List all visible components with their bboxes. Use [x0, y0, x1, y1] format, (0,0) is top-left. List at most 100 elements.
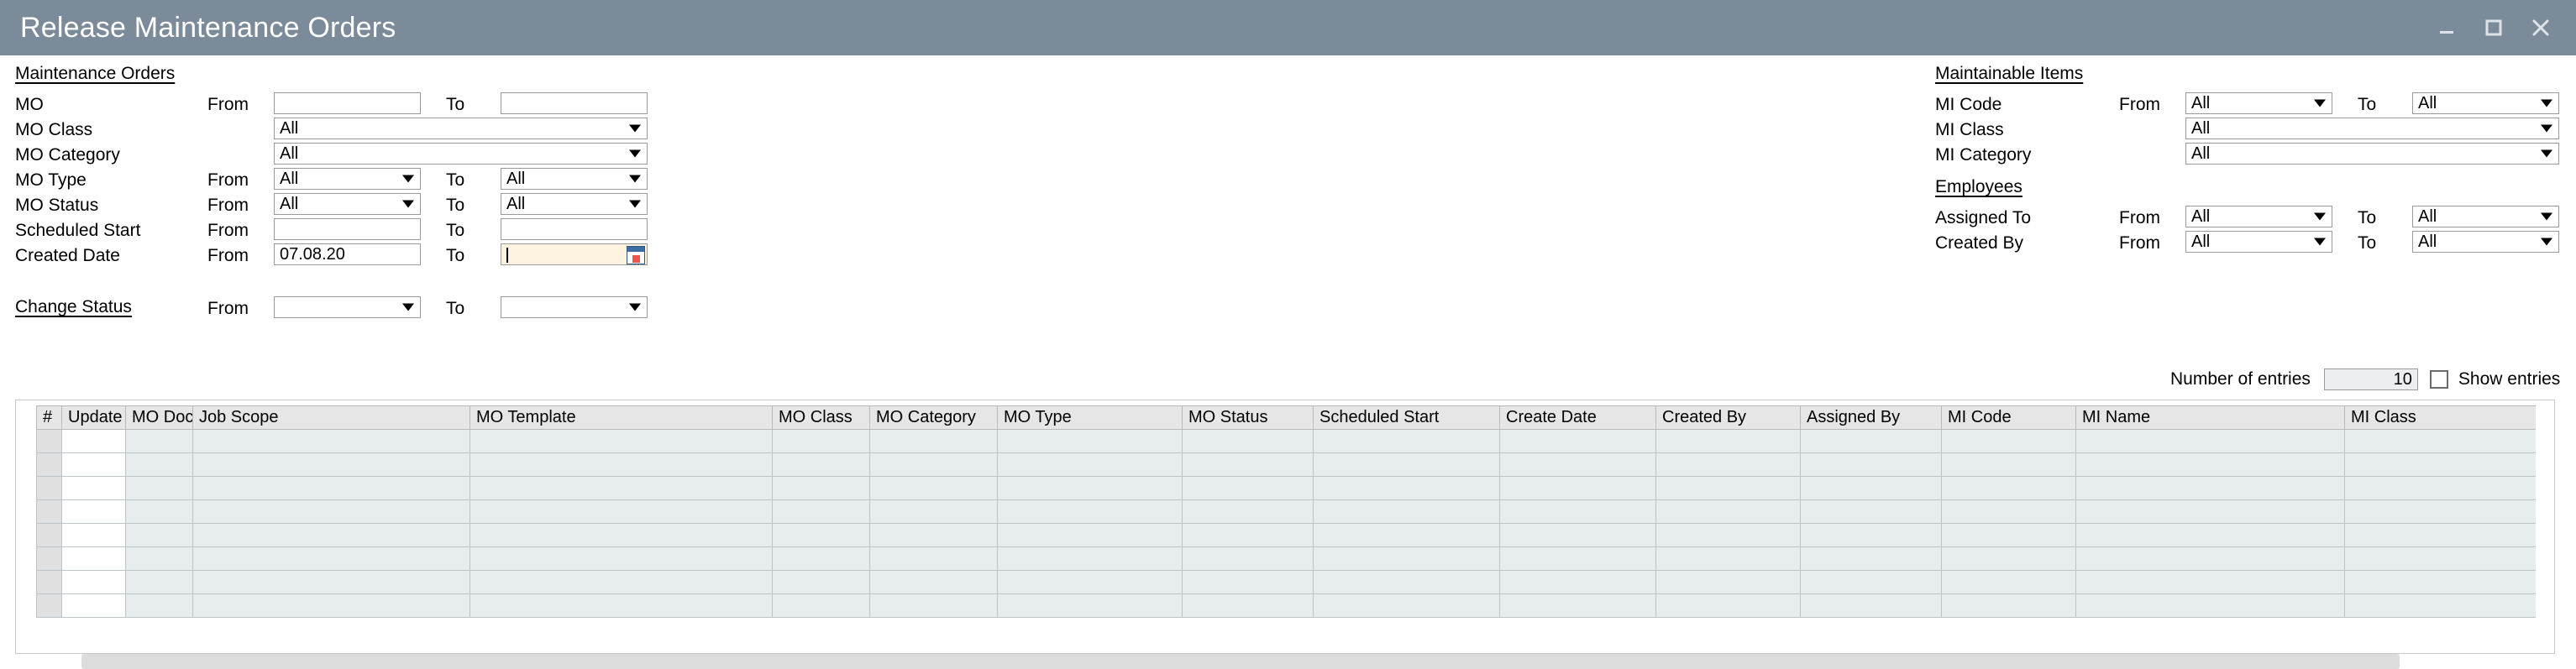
table-cell [870, 453, 998, 477]
created-by-to-dropdown[interactable]: All [2412, 231, 2559, 253]
assigned-to-from-dropdown[interactable]: All [2185, 206, 2332, 227]
show-entries-label: Show entries [2458, 369, 2560, 389]
table-row[interactable] [37, 477, 2537, 500]
table-cell[interactable] [62, 594, 126, 618]
mo-from-input[interactable] [274, 92, 421, 114]
created-by-from-dropdown[interactable]: All [2185, 231, 2332, 253]
scheduled-start-to-input[interactable] [501, 218, 648, 240]
horizontal-scrollbar[interactable] [81, 654, 2492, 669]
table-cell [470, 547, 773, 571]
calendar-picker-icon[interactable] [627, 246, 645, 264]
column-header-[interactable]: # [37, 406, 62, 430]
assigned-to-to-value: All [2418, 208, 2437, 225]
table-cell [1656, 500, 1801, 524]
table-cell [1801, 453, 1942, 477]
column-header-mo-type[interactable]: MO Type [998, 406, 1183, 430]
table-cell [193, 500, 470, 524]
column-header-create-date[interactable]: Create Date [1500, 406, 1656, 430]
to-label-mi-code: To [2358, 95, 2376, 115]
column-header-job-scope[interactable]: Job Scope [193, 406, 470, 430]
mo-type-from-dropdown[interactable]: All [274, 168, 421, 190]
content-area: Maintenance Orders MO From To MO Class A… [0, 55, 2576, 666]
chevron-down-icon [2541, 125, 2552, 133]
column-header-created-by[interactable]: Created By [1656, 406, 1801, 430]
mi-class-dropdown[interactable]: All [2185, 118, 2559, 139]
table-cell [2076, 477, 2345, 500]
table-row[interactable] [37, 500, 2537, 524]
table-cell [1656, 453, 1801, 477]
table-cell[interactable] [62, 500, 126, 524]
table-cell [773, 594, 870, 618]
mi-class-value: All [2191, 120, 2210, 137]
maximize-button[interactable] [2470, 0, 2517, 55]
table-row[interactable] [37, 547, 2537, 571]
mi-category-value: All [2191, 145, 2210, 162]
mo-status-from-dropdown[interactable]: All [274, 193, 421, 215]
table-cell [1942, 453, 2076, 477]
table-cell [2345, 500, 2537, 524]
mi-code-from-dropdown[interactable]: All [2185, 92, 2332, 114]
minimize-button[interactable] [2423, 0, 2470, 55]
column-header-mo-class[interactable]: MO Class [773, 406, 870, 430]
table-row[interactable] [37, 524, 2537, 547]
chevron-down-icon [629, 201, 641, 208]
from-label-scheduled-start: From [207, 221, 249, 241]
table-row[interactable] [37, 571, 2537, 594]
scheduled-start-from-input[interactable] [274, 218, 421, 240]
column-header-mo-category[interactable]: MO Category [870, 406, 998, 430]
table-cell[interactable] [62, 571, 126, 594]
mi-category-dropdown[interactable]: All [2185, 143, 2559, 165]
column-header-mi-class[interactable]: MI Class [2345, 406, 2537, 430]
table-row[interactable] [37, 453, 2537, 477]
table-cell[interactable] [62, 524, 126, 547]
from-label-change-status: From [207, 299, 249, 319]
table-cell [2345, 571, 2537, 594]
mo-to-input[interactable] [501, 92, 648, 114]
field-label-mo-status: MO Status [15, 196, 98, 216]
table-cell [470, 594, 773, 618]
table-cell [2076, 430, 2345, 453]
change-status-to-dropdown[interactable] [501, 296, 648, 318]
table-cell [470, 571, 773, 594]
mo-class-dropdown[interactable]: All [274, 118, 648, 139]
mo-type-to-dropdown[interactable]: All [501, 168, 648, 190]
column-header-mo-doc[interactable]: MO Doc [126, 406, 193, 430]
column-header-mo-template[interactable]: MO Template [470, 406, 773, 430]
table-cell [870, 547, 998, 571]
field-label-assigned-to: Assigned To [1935, 208, 2031, 228]
mi-code-to-dropdown[interactable]: All [2412, 92, 2559, 114]
chevron-down-icon [2541, 238, 2552, 246]
table-cell [1942, 547, 2076, 571]
table-cell [470, 453, 773, 477]
text-cursor [506, 248, 508, 263]
column-header-scheduled-start[interactable]: Scheduled Start [1314, 406, 1500, 430]
assigned-to-to-dropdown[interactable]: All [2412, 206, 2559, 227]
table-row[interactable] [37, 430, 2537, 453]
table-cell [1801, 500, 1942, 524]
table-cell [2345, 594, 2537, 618]
column-header-mi-code[interactable]: MI Code [1942, 406, 2076, 430]
created-by-to-value: All [2418, 233, 2437, 250]
table-cell[interactable] [62, 453, 126, 477]
table-cell[interactable] [62, 430, 126, 453]
column-header-mo-status[interactable]: MO Status [1183, 406, 1314, 430]
column-header-update[interactable]: Update [62, 406, 126, 430]
column-header-mi-name[interactable]: MI Name [2076, 406, 2345, 430]
created-date-to-input[interactable] [501, 243, 648, 265]
show-entries-checkbox[interactable] [2430, 370, 2448, 389]
table-row[interactable] [37, 594, 2537, 618]
created-date-from-input[interactable] [274, 243, 421, 265]
mo-status-to-dropdown[interactable]: All [501, 193, 648, 215]
change-status-from-dropdown[interactable] [274, 296, 421, 318]
mo-category-value: All [280, 145, 298, 162]
column-header-assigned-by[interactable]: Assigned By [1801, 406, 1942, 430]
table-cell [470, 477, 773, 500]
table-cell [126, 571, 193, 594]
scrollbar-thumb[interactable] [81, 654, 2400, 669]
close-button[interactable] [2517, 0, 2564, 55]
table-cell [870, 524, 998, 547]
number-of-entries-input[interactable]: 10 [2324, 368, 2418, 390]
table-cell[interactable] [62, 547, 126, 571]
mo-category-dropdown[interactable]: All [274, 143, 648, 165]
table-cell[interactable] [62, 477, 126, 500]
